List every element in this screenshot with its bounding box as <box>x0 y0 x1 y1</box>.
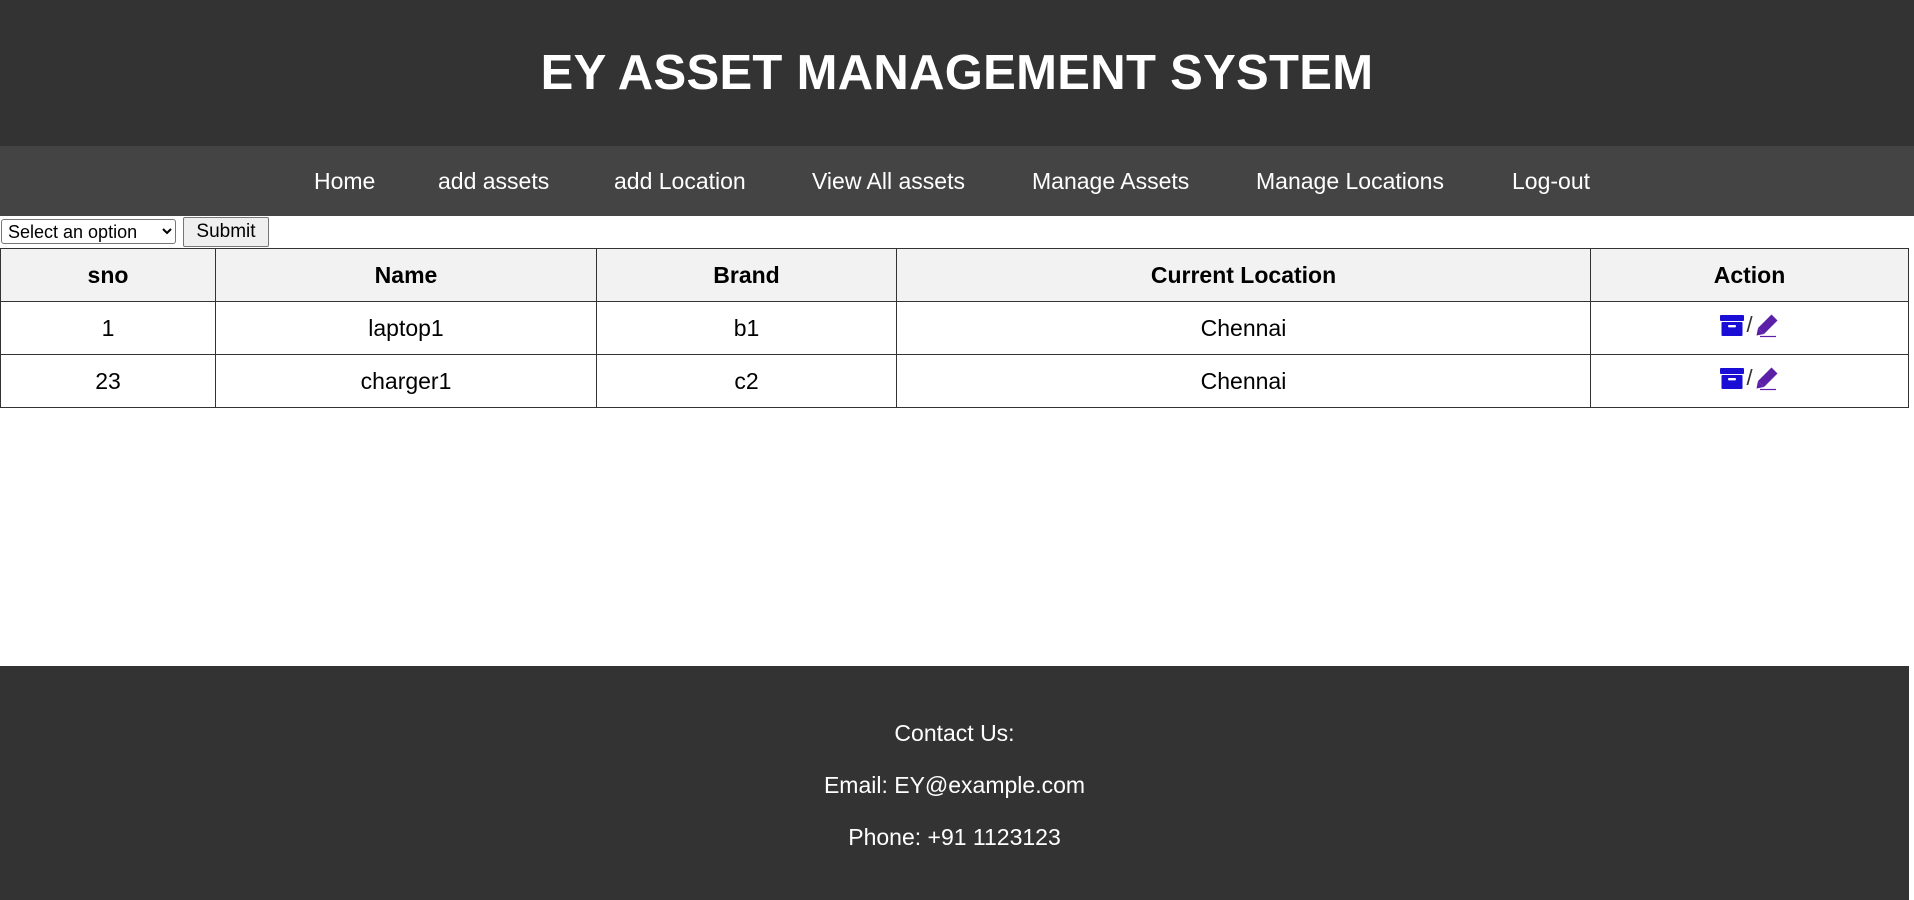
cell-location: Chennai <box>896 301 1591 355</box>
table-row: 1 laptop1 b1 Chennai / <box>0 301 1909 355</box>
table-row: 23 charger1 c2 Chennai / <box>0 354 1909 408</box>
nav-item-manage-locations[interactable]: Manage Locations <box>1256 146 1444 216</box>
cell-name: laptop1 <box>215 301 597 355</box>
column-header-current-location: Current Location <box>896 248 1591 302</box>
action-group: / <box>1719 312 1779 338</box>
action-separator: / <box>1746 312 1753 337</box>
nav-item-add-assets[interactable]: add assets <box>438 146 549 216</box>
main-nav: Home add assets add Location View All as… <box>0 146 1914 216</box>
assets-table: sno Name Brand Current Location Action 1… <box>0 248 1909 408</box>
archive-icon[interactable] <box>1719 365 1745 391</box>
cell-brand: b1 <box>596 301 897 355</box>
column-header-action: Action <box>1590 248 1909 302</box>
cell-name: charger1 <box>215 354 597 408</box>
cell-sno: 23 <box>0 354 216 408</box>
pencil-icon[interactable] <box>1754 365 1780 391</box>
archive-icon[interactable] <box>1719 312 1745 338</box>
cell-action: / <box>1590 301 1909 355</box>
footer-email: Email: EY@example.com <box>823 772 1086 798</box>
cell-brand: c2 <box>596 354 897 408</box>
pencil-icon[interactable] <box>1754 312 1780 338</box>
action-group: / <box>1719 365 1779 391</box>
site-header: EY ASSET MANAGEMENT SYSTEM <box>0 0 1914 146</box>
cell-action: / <box>1590 354 1909 408</box>
cell-sno: 1 <box>0 301 216 355</box>
nav-item-view-all-assets[interactable]: View All assets <box>812 146 965 216</box>
footer-phone: Phone: +91 1123123 <box>848 824 1061 850</box>
cell-location: Chennai <box>896 354 1591 408</box>
column-header-name: Name <box>215 248 597 302</box>
column-header-sno: sno <box>0 248 216 302</box>
site-footer: Contact Us: Email: EY@example.com Phone:… <box>0 666 1909 900</box>
nav-item-manage-assets[interactable]: Manage Assets <box>1032 146 1189 216</box>
action-separator: / <box>1746 365 1753 390</box>
nav-item-log-out[interactable]: Log-out <box>1512 146 1590 216</box>
nav-item-add-location[interactable]: add Location <box>614 146 746 216</box>
column-header-brand: Brand <box>596 248 897 302</box>
nav-item-home[interactable]: Home <box>314 146 375 216</box>
option-select[interactable]: Select an option <box>1 219 176 244</box>
filter-form: Select an option Submit <box>0 217 400 247</box>
table-header-row: sno Name Brand Current Location Action <box>0 248 1909 302</box>
footer-contact-heading: Contact Us: <box>894 720 1015 746</box>
page: EY ASSET MANAGEMENT SYSTEM Home add asse… <box>0 0 1914 900</box>
submit-button[interactable]: Submit <box>183 217 269 247</box>
page-title: EY ASSET MANAGEMENT SYSTEM <box>540 46 1374 100</box>
